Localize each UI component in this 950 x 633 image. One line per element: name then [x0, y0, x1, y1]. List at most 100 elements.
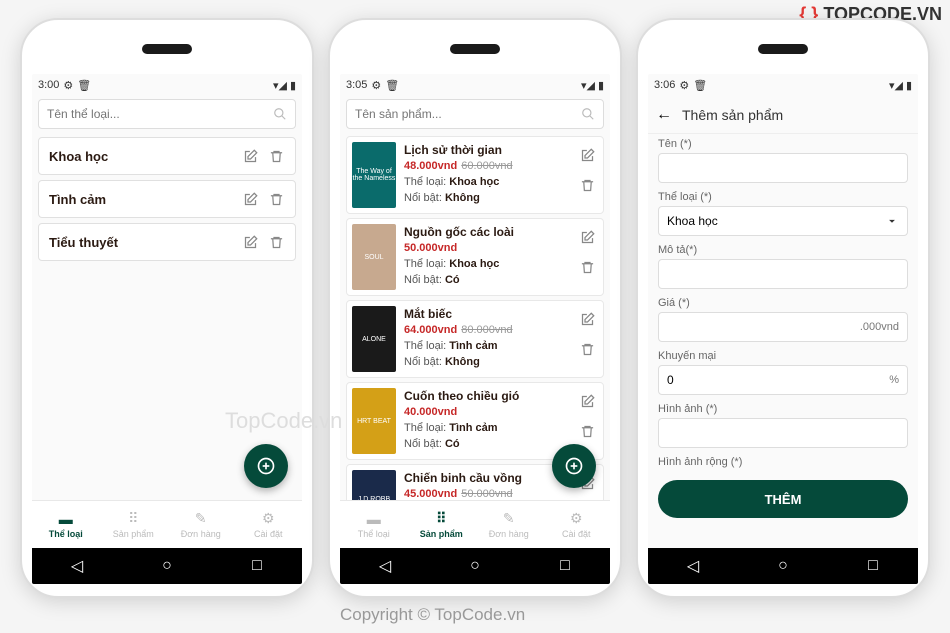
desc-label: Mô tả(*): [658, 244, 908, 256]
product-thumbnail: The Way of the Nameless: [352, 142, 396, 208]
phone-frame-2: 3:05 ⚙ 🗑 ▾◢ ▮ The Way of the Nameless Lị…: [328, 18, 622, 598]
back-key[interactable]: ◁: [365, 556, 405, 576]
search-icon: [273, 107, 287, 121]
add-button[interactable]: [552, 444, 596, 488]
edit-icon[interactable]: [241, 147, 259, 165]
edit-icon[interactable]: [578, 228, 596, 246]
delete-icon[interactable]: [267, 233, 285, 251]
bottom-nav: ▬Thể loại ⠿Sản phẩm ✎Đơn hàng ⚙Cài đặt: [32, 500, 302, 548]
category-item[interactable]: Khoa học: [38, 137, 296, 175]
watermark-footer: Copyright © TopCode.vn: [340, 605, 525, 625]
home-key[interactable]: ○: [147, 557, 187, 575]
product-info: Mắt biếc 64.000vnd80.000vnd Thể loại: Tì…: [404, 306, 560, 372]
nav-categories[interactable]: ▬Thể loại: [340, 501, 408, 548]
nav-settings[interactable]: ⚙Cài đặt: [543, 501, 611, 548]
home-key[interactable]: ○: [763, 557, 803, 575]
product-price: 64.000vnd: [404, 324, 457, 336]
promo-label: Khuyến mại: [658, 350, 908, 362]
product-title: Nguồn gốc các loài: [404, 224, 560, 241]
trash-icon: 🗑: [77, 79, 91, 92]
submit-button[interactable]: THÊM: [658, 480, 908, 518]
product-thumbnail: HRT BEAT: [352, 388, 396, 454]
delete-icon[interactable]: [578, 422, 596, 440]
search-input[interactable]: [355, 107, 581, 121]
product-price: 48.000vnd: [404, 160, 457, 172]
promo-field[interactable]: 0%: [658, 365, 908, 395]
back-key[interactable]: ◁: [57, 556, 97, 576]
product-form: Tên (*) Thể loại (*) Khoa học Mô tả(*) G…: [648, 134, 918, 548]
category-name: Tiểu thuyết: [49, 235, 233, 250]
product-price: 45.000vnd: [404, 488, 457, 500]
recent-key[interactable]: □: [545, 557, 585, 575]
edit-icon[interactable]: [241, 190, 259, 208]
form-header: ← Thêm sản phẩm: [648, 96, 918, 134]
search-input[interactable]: [47, 107, 273, 121]
product-title: Mắt biếc: [404, 306, 560, 323]
chevron-down-icon: [885, 214, 899, 228]
edit-icon[interactable]: [578, 392, 596, 410]
desc-field[interactable]: [658, 259, 908, 289]
gear-icon: ⚙: [63, 79, 73, 92]
nav-orders[interactable]: ✎Đơn hàng: [167, 501, 235, 548]
phone-speaker: [758, 44, 808, 54]
price-label: Giá (*): [658, 297, 908, 309]
delete-icon[interactable]: [578, 258, 596, 276]
category-item[interactable]: Tiểu thuyết: [38, 223, 296, 261]
product-title: Chiến binh cầu vồng: [404, 470, 560, 487]
recent-key[interactable]: □: [853, 557, 893, 575]
product-info: Nguồn gốc các loài 50.000vnd Thể loại: K…: [404, 224, 560, 290]
phone-speaker: [142, 44, 192, 54]
nav-categories[interactable]: ▬Thể loại: [32, 501, 100, 548]
name-label: Tên (*): [658, 138, 908, 150]
price-field[interactable]: .000vnd: [658, 312, 908, 342]
nav-settings[interactable]: ⚙Cài đặt: [235, 501, 303, 548]
delete-icon[interactable]: [267, 190, 285, 208]
search-bar[interactable]: [38, 99, 296, 129]
category-label: Thể loại (*): [658, 191, 908, 203]
category-name: Tình cảm: [49, 192, 233, 207]
product-thumbnail: J.D.ROBB PASSIONS: [352, 470, 396, 500]
product-price: 40.000vnd: [404, 406, 457, 418]
add-button[interactable]: [244, 444, 288, 488]
battery-icon: ▮: [290, 79, 296, 92]
search-icon: [581, 107, 595, 121]
category-item[interactable]: Tình cảm: [38, 180, 296, 218]
nav-products[interactable]: ⠿Sản phẩm: [408, 501, 476, 548]
image-field[interactable]: [658, 418, 908, 448]
status-bar: 3:05 ⚙ 🗑 ▾◢ ▮: [340, 74, 610, 96]
phone-frame-3: 3:06 ⚙ 🗑 ▾◢ ▮ ← Thêm sản phẩm Tên (*) Th…: [636, 18, 930, 598]
product-item[interactable]: The Way of the Nameless Lịch sử thời gia…: [346, 136, 604, 214]
bottom-nav: ▬Thể loại ⠿Sản phẩm ✎Đơn hàng ⚙Cài đặt: [340, 500, 610, 548]
back-icon[interactable]: ←: [656, 106, 672, 124]
product-info: Chiến binh cầu vồng 45.000vnd50.000vnd: [404, 470, 560, 500]
page-title: Thêm sản phẩm: [682, 107, 783, 123]
back-key[interactable]: ◁: [673, 556, 713, 576]
home-key[interactable]: ○: [455, 557, 495, 575]
product-title: Lịch sử thời gian: [404, 142, 560, 159]
nav-products[interactable]: ⠿Sản phẩm: [100, 501, 168, 548]
delete-icon[interactable]: [267, 147, 285, 165]
status-bar: 3:00 ⚙ 🗑 ▾◢ ▮: [32, 74, 302, 96]
edit-icon[interactable]: [578, 310, 596, 328]
phone-speaker: [450, 44, 500, 54]
status-bar: 3:06 ⚙ 🗑 ▾◢ ▮: [648, 74, 918, 96]
category-select[interactable]: Khoa học: [658, 206, 908, 236]
product-title: Cuốn theo chiều gió: [404, 388, 560, 405]
image-label: Hình ảnh (*): [658, 403, 908, 415]
category-name: Khoa học: [49, 149, 233, 164]
android-soft-keys: ◁ ○ □: [648, 548, 918, 584]
edit-icon[interactable]: [241, 233, 259, 251]
delete-icon[interactable]: [578, 176, 596, 194]
product-item[interactable]: SOUL Nguồn gốc các loài 50.000vnd Thể lo…: [346, 218, 604, 296]
delete-icon[interactable]: [578, 340, 596, 358]
product-item[interactable]: ALONE Mắt biếc 64.000vnd80.000vnd Thể lo…: [346, 300, 604, 378]
search-bar[interactable]: [346, 99, 604, 129]
product-list: The Way of the Nameless Lịch sử thời gia…: [340, 132, 610, 500]
name-field[interactable]: [658, 153, 908, 183]
android-soft-keys: ◁ ○ □: [32, 548, 302, 584]
edit-icon[interactable]: [578, 146, 596, 164]
product-info: Cuốn theo chiều gió 40.000vnd Thể loại: …: [404, 388, 560, 454]
recent-key[interactable]: □: [237, 557, 277, 575]
nav-orders[interactable]: ✎Đơn hàng: [475, 501, 543, 548]
product-thumbnail: ALONE: [352, 306, 396, 372]
